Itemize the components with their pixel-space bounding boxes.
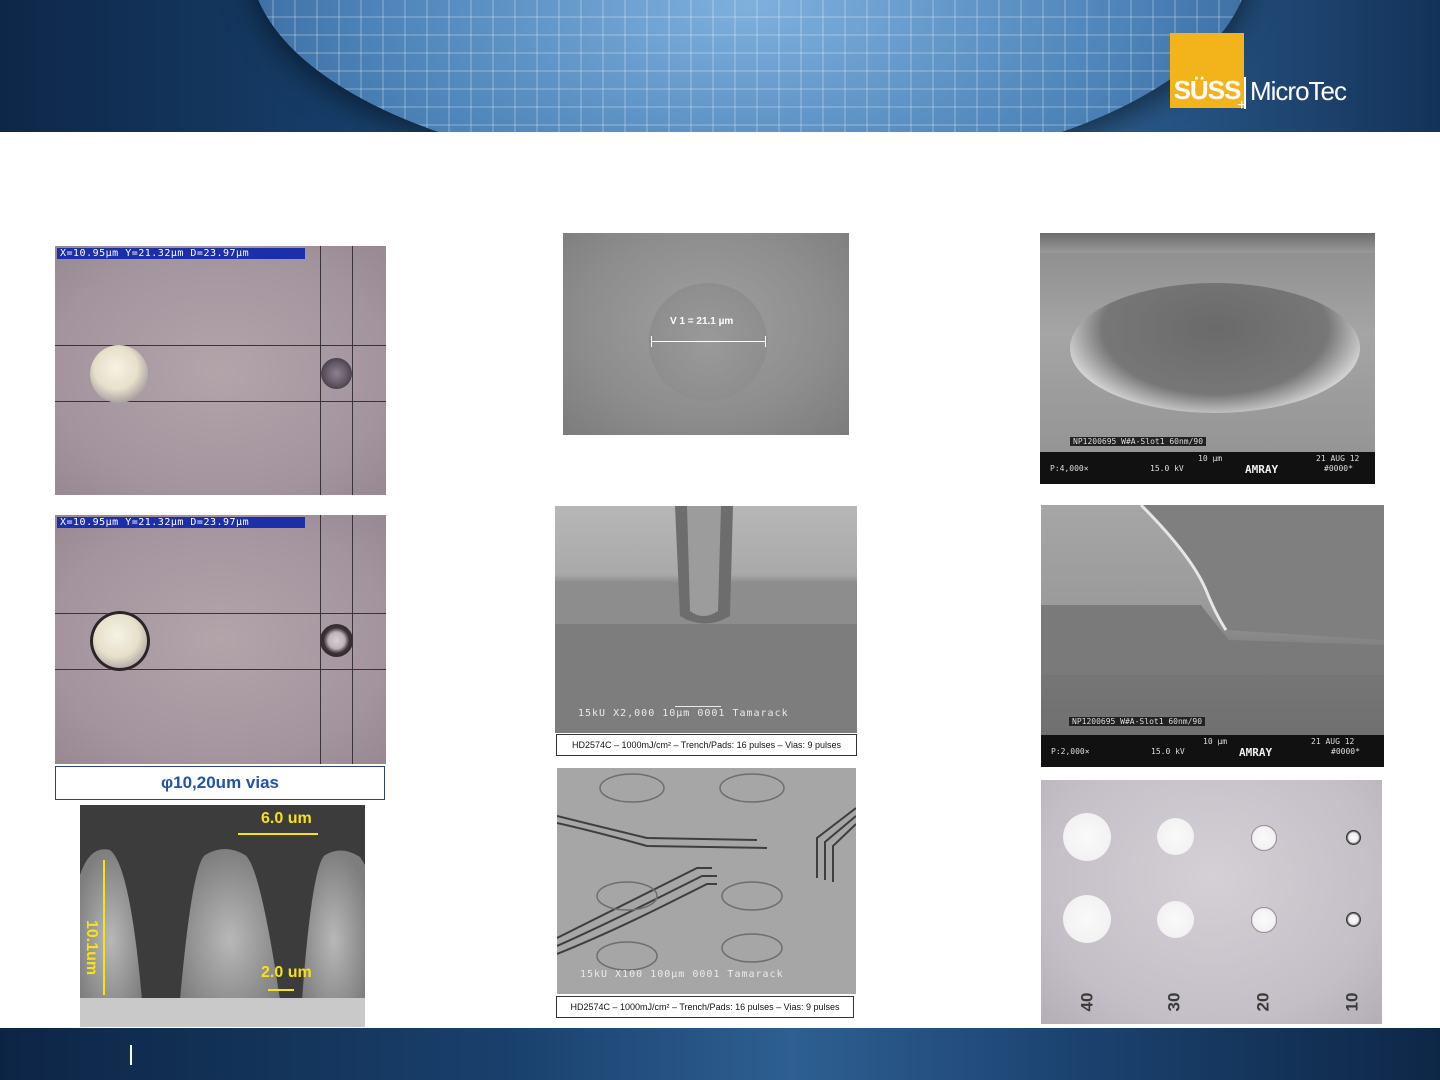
- amray-info-bar: P:4,000× 15.0 kV 10 µm AMRAY 21 AUG 12 #…: [1040, 452, 1375, 484]
- amray-brand: AMRAY: [1239, 746, 1273, 759]
- via-40: [1063, 895, 1111, 943]
- dimension-line: [103, 860, 105, 995]
- profile-shapes: [80, 849, 365, 1027]
- vias-caption: φ10,20um vias: [55, 766, 385, 800]
- circuit-shapes: [557, 773, 856, 971]
- via-10: [1346, 830, 1361, 845]
- sem-circuit-image: 15kU X100 100µm 0001 Tamarack: [557, 768, 856, 994]
- crosshair-line: [55, 401, 386, 402]
- cross-section-profile: 6.0 um 10.1um 2.0 um: [80, 805, 365, 1027]
- dot-size-label: 40: [1077, 992, 1097, 1012]
- via-10um: [320, 624, 353, 657]
- dot-size-label: 10: [1342, 992, 1362, 1012]
- amray-brand: AMRAY: [1245, 463, 1279, 476]
- amray-info-bar: P:2,000× 15.0 kV 10 µm AMRAY 21 AUG 12 #…: [1041, 735, 1384, 767]
- measurement-tick: [765, 336, 766, 347]
- edge-band: [1040, 233, 1375, 253]
- amray-date: 21 AUG 12: [1316, 454, 1360, 463]
- optical-micrograph-bottom: X=10.95µm Y=21.32µm D=23.97µm: [55, 515, 386, 764]
- amray-kv: 15.0 kV: [1150, 464, 1184, 473]
- trench-shape: [555, 506, 857, 733]
- top-width-label: 6.0 um: [261, 810, 312, 827]
- bottom-width-label: 2.0 um: [261, 964, 312, 981]
- amray-scale: 10 µm: [1203, 737, 1228, 746]
- sidewall-shape: [1041, 505, 1384, 675]
- trench-caption: HD2574C – 1000mJ/cm² – Trench/Pads: 16 p…: [556, 734, 857, 756]
- crosshair-line: [55, 669, 386, 670]
- via-30: [1157, 901, 1194, 938]
- amray-mag: P:4,000×: [1050, 464, 1089, 473]
- via-hole: [648, 283, 768, 401]
- amray-id: #0000*: [1324, 464, 1353, 473]
- via-30: [1157, 818, 1194, 855]
- amray-sample: NP1200695 W#A-Slot1 60nm/90: [1069, 717, 1206, 726]
- crosshair-line: [55, 345, 386, 346]
- amray-date: 21 AUG 12: [1311, 737, 1355, 746]
- amray-mag: P:2,000×: [1051, 747, 1090, 756]
- amray-scale: 10 µm: [1198, 454, 1223, 463]
- sem-trench-image: 15kU X2,000 10µm 0001 Tamarack: [555, 506, 857, 733]
- via-20: [1251, 825, 1277, 851]
- via-20um: [90, 611, 150, 671]
- measurement-tick: [651, 336, 652, 347]
- via-measurement: V 1 = 21.1 µm: [670, 316, 734, 327]
- logo-name: MicroTec: [1250, 76, 1347, 106]
- wafer-image: [250, 0, 1250, 132]
- via-20um: [90, 345, 148, 403]
- amray-sample: NP1200695 W#A-Slot1 60nm/90: [1070, 437, 1207, 446]
- via-10um: [321, 358, 352, 389]
- amray-sem-bottom: P:2,000× 15.0 kV 10 µm AMRAY 21 AUG 12 #…: [1041, 505, 1384, 767]
- circuit-caption: HD2574C – 1000mJ/cm² – Trench/Pads: 16 p…: [556, 996, 854, 1018]
- dimension-line: [238, 833, 318, 835]
- footer-bar: [0, 1028, 1440, 1080]
- via-10: [1346, 912, 1361, 927]
- logo-brand: SÜSS: [1173, 75, 1242, 105]
- height-label: 10.1um: [83, 920, 100, 976]
- dimension-line: [268, 989, 294, 991]
- measurement-readout: X=10.95µm Y=21.32µm D=23.97µm: [57, 248, 305, 259]
- optical-micrograph-top: X=10.95µm Y=21.32µm D=23.97µm: [55, 246, 386, 495]
- measurement-line: [651, 341, 766, 342]
- amray-kv: 15.0 kV: [1151, 747, 1185, 756]
- sem-via-image: V 1 = 21.1 µm: [563, 233, 849, 435]
- dot-size-label: 30: [1164, 992, 1184, 1012]
- via-40: [1063, 813, 1111, 861]
- amray-sem-top: P:4,000× 15.0 kV 10 µm AMRAY 21 AUG 12 #…: [1040, 233, 1375, 484]
- via-20: [1251, 907, 1277, 933]
- scale-bar: [675, 706, 721, 707]
- amray-id: #0000*: [1331, 747, 1360, 756]
- dot-size-label: 20: [1253, 992, 1273, 1012]
- sem-info: 15kU X100 100µm 0001 Tamarack: [580, 969, 784, 980]
- measurement-readout: X=10.95µm Y=21.32µm D=23.97µm: [57, 517, 305, 528]
- crosshair-line: [352, 246, 353, 495]
- dot-grid-image: 40 30 20 10: [1041, 780, 1382, 1024]
- sem-info: 15kU X2,000 10µm 0001 Tamarack: [578, 708, 789, 719]
- footer-separator: [130, 1045, 132, 1065]
- logo-plus: +: [1237, 97, 1247, 114]
- via-opening: [1070, 283, 1360, 413]
